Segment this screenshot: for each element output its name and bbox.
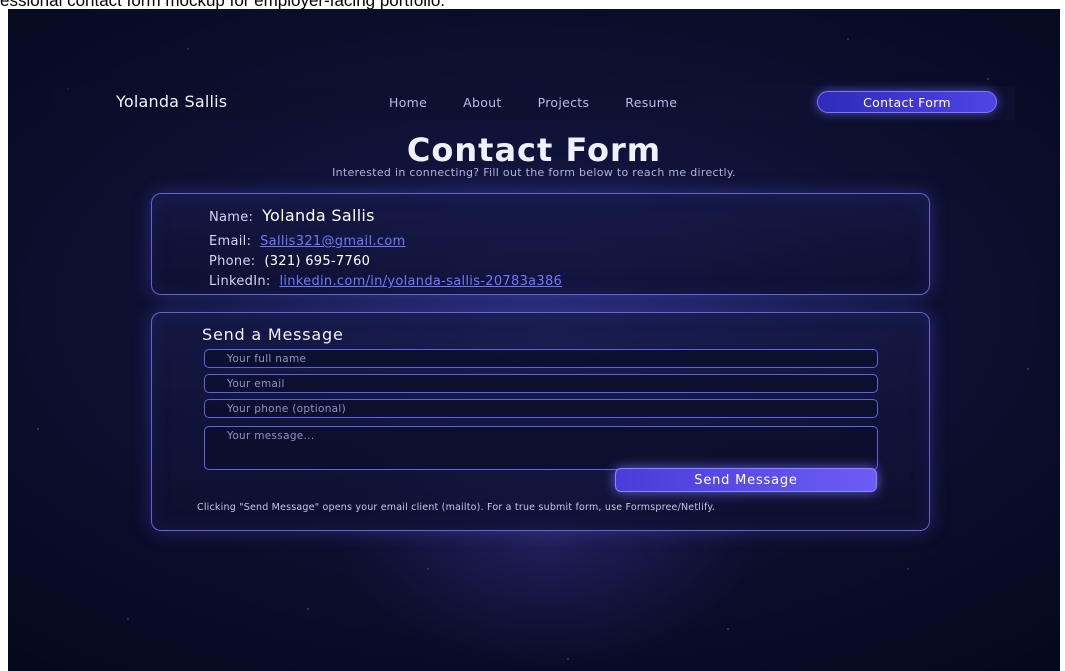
brand-name[interactable]: Yolanda Sallis xyxy=(116,92,227,111)
contact-name-row: Name: Yolanda Sallis xyxy=(209,206,375,225)
page-caption: essional contact form mockup for employe… xyxy=(0,0,446,10)
email-label: Email: xyxy=(209,234,252,249)
email-link[interactable]: Sallis321@gmail.com xyxy=(260,234,405,249)
linkedin-label: LinkedIn: xyxy=(209,274,271,289)
phone-label: Phone: xyxy=(209,254,256,269)
message-textarea[interactable] xyxy=(204,426,878,470)
contact-email-row: Email: Sallis321@gmail.com xyxy=(209,234,405,249)
message-form-card: Send a Message Send Message Clicking "Se… xyxy=(151,312,930,531)
message-form-title: Send a Message xyxy=(202,325,344,344)
full-name-input[interactable] xyxy=(204,349,878,368)
navbar: Yolanda Sallis Home About Projects Resum… xyxy=(53,86,1015,120)
page-subtitle: Interested in connecting? Fill out the f… xyxy=(332,166,736,179)
nav-link-about[interactable]: About xyxy=(463,95,501,110)
email-input[interactable] xyxy=(204,374,878,393)
contact-phone-row: Phone: (321) 695-7760 xyxy=(209,254,370,269)
page-title: Contact Form xyxy=(406,131,662,169)
send-message-button[interactable]: Send Message xyxy=(615,468,877,492)
portfolio-page: Yolanda Sallis Home About Projects Resum… xyxy=(8,9,1060,671)
name-value: Yolanda Sallis xyxy=(262,206,375,225)
form-note: Clicking "Send Message" opens your email… xyxy=(197,502,716,513)
contact-info-card: Name: Yolanda Sallis Email: Sallis321@gm… xyxy=(151,193,930,295)
phone-input[interactable] xyxy=(204,399,878,418)
nav-link-resume[interactable]: Resume xyxy=(625,95,677,110)
nav-link-projects[interactable]: Projects xyxy=(538,95,590,110)
contact-linkedin-row: LinkedIn: linkedin.com/in/yolanda-sallis… xyxy=(209,274,562,289)
name-label: Name: xyxy=(209,210,254,225)
nav-links: Home About Projects Resume xyxy=(389,95,713,110)
nav-contact-form-button[interactable]: Contact Form xyxy=(817,91,997,113)
linkedin-link[interactable]: linkedin.com/in/yolanda-sallis-20783a386 xyxy=(279,274,562,289)
phone-value: (321) 695-7760 xyxy=(264,254,371,269)
nav-link-home[interactable]: Home xyxy=(389,95,427,110)
